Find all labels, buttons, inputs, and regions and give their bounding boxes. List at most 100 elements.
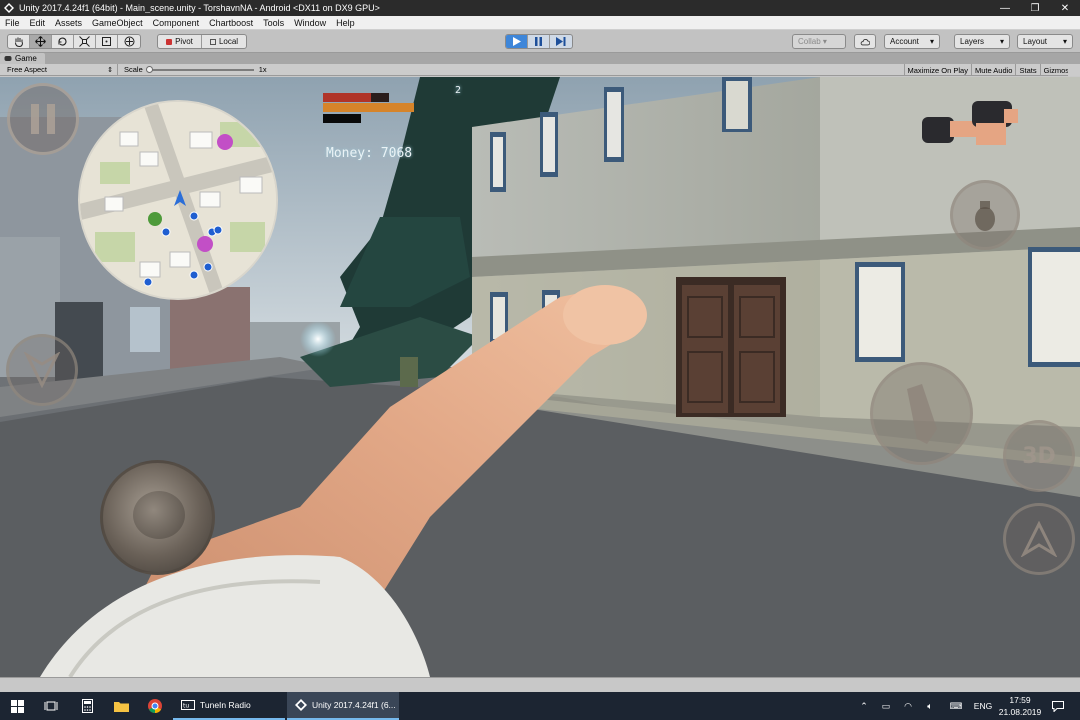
menu-window[interactable]: Window [289, 16, 331, 30]
network-icon[interactable]: ◠ [898, 692, 918, 720]
pivot-toggle-group: Pivot Local [157, 34, 247, 49]
layout-dropdown[interactable]: Layout ▾ [1017, 34, 1073, 49]
maximize-on-play-toggle[interactable]: Maximize On Play [903, 64, 971, 76]
scale-tool-button[interactable] [74, 35, 96, 48]
menu-help[interactable]: Help [331, 16, 360, 30]
unity-logo-icon [3, 2, 15, 14]
calculator-button[interactable] [70, 692, 104, 720]
arrow-down-icon [24, 352, 60, 388]
menu-edit[interactable]: Edit [25, 16, 51, 30]
unity-icon [295, 699, 307, 711]
transform-icon [124, 36, 134, 47]
account-label: Account [890, 37, 919, 46]
menu-bar: File Edit Assets GameObject Component Ch… [0, 16, 1080, 30]
pivot-label: Pivot [175, 37, 193, 46]
mute-audio-toggle[interactable]: Mute Audio [970, 64, 1016, 76]
clock[interactable]: 17:59 21.08.2019 [997, 694, 1043, 718]
calculator-icon [81, 699, 93, 713]
chevron-up-icon[interactable]: ⌃ [855, 692, 873, 720]
menu-assets[interactable]: Assets [50, 16, 87, 30]
maximize-button[interactable]: ❐ [1020, 0, 1050, 16]
crouch-button[interactable] [6, 334, 78, 406]
cloud-button[interactable] [854, 34, 876, 49]
task-view-button[interactable] [34, 692, 68, 720]
chevron-down-icon: ▾ [929, 37, 934, 46]
windows-taskbar: tu TuneIn Radio Unity 2017.4.24f1 (6... … [0, 692, 1080, 720]
folder-icon [113, 702, 129, 712]
aspect-dropdown[interactable]: Free Aspect ⇕ [0, 63, 118, 76]
account-dropdown[interactable]: Account ▾ [884, 34, 940, 49]
movement-joystick[interactable] [100, 460, 215, 575]
money-counter: Money: 7068 [326, 146, 413, 161]
volume-icon[interactable]: 🔈︎ [920, 692, 940, 720]
scale-slider[interactable] [145, 65, 254, 73]
transform-tool-button[interactable] [118, 35, 140, 48]
menu-chartboost[interactable]: Chartboost [204, 16, 258, 30]
svg-text:tu: tu [183, 703, 189, 710]
pause-button[interactable] [528, 35, 550, 48]
local-button[interactable]: Local [202, 35, 246, 48]
scale-control: Scale 1x [118, 65, 267, 74]
game-view[interactable]: 2 Money: 7068 3D [0, 77, 1080, 677]
fist-weapon-icon[interactable] [920, 95, 1020, 151]
jump-button[interactable] [1003, 503, 1075, 575]
windows-logo-icon [10, 699, 24, 713]
menu-tools[interactable]: Tools [258, 16, 289, 30]
taskbar-app-unity[interactable]: Unity 2017.4.24f1 (6... [287, 692, 399, 720]
joystick-knob[interactable] [133, 491, 185, 539]
playback-controls [505, 34, 573, 49]
cloud-icon [860, 38, 870, 45]
start-button[interactable] [0, 692, 34, 720]
task-view-icon [44, 701, 58, 711]
collab-dropdown[interactable]: Collab ▾ [792, 34, 846, 49]
file-explorer-button[interactable] [104, 692, 138, 720]
move-icon [35, 36, 46, 47]
rect-tool-button[interactable] [96, 35, 118, 48]
armor-bar [323, 114, 361, 123]
notifications-icon[interactable] [1048, 692, 1068, 720]
chevron-down-icon: ▾ [1062, 37, 1067, 46]
pivot-icon [166, 38, 173, 45]
rect-icon [102, 37, 111, 46]
menu-gameobject[interactable]: GameObject [87, 16, 148, 30]
game-pause-button[interactable] [7, 83, 79, 155]
main-toolbar: Pivot Local Collab ▾ Account ▾ Layers ▾ … [0, 30, 1080, 53]
pivot-button[interactable]: Pivot [158, 35, 202, 48]
layers-dropdown[interactable]: Layers ▾ [954, 34, 1010, 49]
minimize-button[interactable]: — [990, 0, 1020, 16]
rotate-tool-button[interactable] [52, 35, 74, 48]
clock-time: 17:59 [1009, 695, 1031, 705]
menu-file[interactable]: File [0, 16, 25, 30]
scale-icon [79, 36, 90, 47]
arrow-up-icon [1021, 521, 1057, 557]
collab-label: Collab ▾ [798, 37, 827, 46]
menu-component[interactable]: Component [148, 16, 205, 30]
grenade-button[interactable] [950, 180, 1020, 250]
language-indicator[interactable]: ENG [970, 692, 996, 720]
hand-tool-button[interactable] [8, 35, 30, 48]
attack-button[interactable] [870, 362, 973, 465]
taskbar-app-tunein-label: TuneIn Radio [200, 700, 251, 710]
grenade-icon [975, 201, 995, 231]
step-button[interactable] [550, 35, 572, 48]
camera-3d-button[interactable]: 3D [1003, 420, 1075, 492]
chrome-button[interactable] [138, 692, 172, 720]
minimap[interactable] [78, 100, 278, 300]
editor-status-bar [0, 677, 1080, 692]
pen-tablet-icon[interactable]: ▭ [876, 692, 896, 720]
local-icon [209, 38, 216, 45]
updown-icon: ⇕ [107, 66, 113, 74]
play-button[interactable] [506, 35, 528, 48]
pause-icon [31, 104, 55, 134]
taskbar-app-tunein[interactable]: tu TuneIn Radio [173, 692, 285, 720]
tab-game[interactable]: Game [0, 53, 45, 64]
panel-tab-bar: Game [0, 53, 1080, 64]
move-tool-button[interactable] [30, 35, 52, 48]
stats-toggle[interactable]: Stats [1015, 64, 1039, 76]
close-button[interactable]: ✕ [1050, 0, 1080, 16]
scale-slider-thumb[interactable] [145, 65, 153, 73]
keyboard-icon[interactable]: ⌨ [944, 692, 968, 720]
clock-date: 21.08.2019 [998, 707, 1042, 717]
radio-icon: tu [181, 700, 195, 710]
local-label: Local [218, 37, 239, 46]
